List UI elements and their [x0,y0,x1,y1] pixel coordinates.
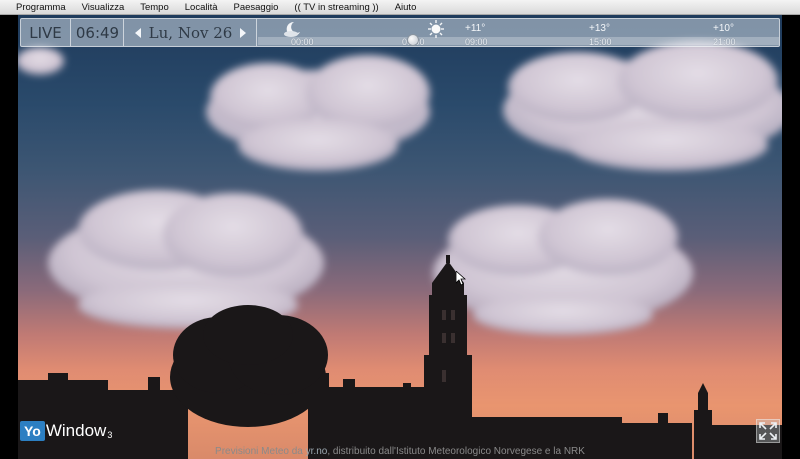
hour-0000: 00:00 [291,37,314,47]
weather-scene [18,15,782,459]
menu-visualizza[interactable]: Visualizza [74,0,133,15]
menu-tempo[interactable]: Tempo [132,0,177,15]
mouse-cursor-icon [456,271,466,286]
time-toolbar: LIVE 06:49 Lu, Nov 26 +11° +13° +10° 00:… [20,18,780,47]
date-label: Lu, Nov 26 [148,23,233,42]
menu-aiuto[interactable]: Aiuto [387,0,425,15]
menu-paesaggio[interactable]: Paesaggio [226,0,287,15]
cloud-top-left [18,47,64,75]
menu-programma[interactable]: Programma [8,0,74,15]
current-time: 06:49 [72,19,124,46]
scene-illustration [18,41,782,459]
next-day-button[interactable] [236,26,250,40]
prev-day-button[interactable] [131,26,145,40]
menu-bar: Programma Visualizza Tempo Località Paes… [0,0,800,15]
temp-2100: +10° [713,23,734,34]
chevron-right-icon [240,27,246,38]
forecast-timeline[interactable]: +11° +13° +10° 00:00 06:00 09:00 15:00 2… [258,19,779,47]
menu-localita[interactable]: Località [177,0,226,15]
timeline-slider-handle[interactable] [407,34,419,46]
live-button[interactable]: LIVE [21,19,71,46]
hour-1500: 15:00 [589,37,612,47]
cloud-top-right [503,41,782,171]
app-frame [0,15,800,459]
credits-prefix: Previsioni Meteo da [215,446,306,457]
sun-icon [428,20,444,38]
hour-0900: 09:00 [465,37,488,47]
timeline-track[interactable] [258,37,779,45]
cloud-top-center [206,55,430,171]
date-selector: Lu, Nov 26 [125,19,257,46]
temp-1500: +13° [589,23,610,34]
yowindow-logo[interactable]: Yo Window 3 [20,419,126,443]
moon-icon [284,21,300,37]
chevron-left-icon [135,27,141,38]
fullscreen-button[interactable] [756,419,780,443]
logo-version: 3 [107,430,113,440]
logo-window: Window [45,421,107,440]
cloud-mid-left [48,190,324,329]
credits-source-link[interactable]: yr.no [306,446,328,457]
menu-tv-streaming[interactable]: (( TV in streaming )) [286,0,386,15]
credits-suffix: , distribuito dall'Istituto Meteorologic… [327,446,585,457]
hour-2100: 21:00 [713,37,736,47]
forecast-credits: Previsioni Meteo da yr.no, distribuito d… [0,444,800,459]
temp-0900: +11° [465,23,486,34]
expand-icon [759,422,777,440]
cloud-mid-right [433,199,693,335]
logo-yo: Yo [20,421,45,441]
